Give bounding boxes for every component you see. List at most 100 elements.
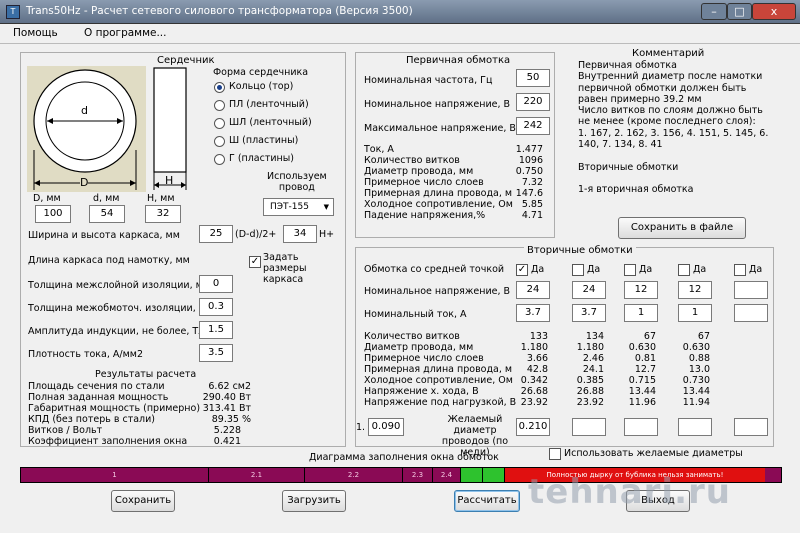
save-to-file-button[interactable]: Сохранить в файле — [618, 217, 746, 239]
inner-diameter-input[interactable]: 54 — [89, 205, 125, 223]
frame-size-label: Задать размеры каркаса — [263, 252, 307, 285]
window-title: Trans50Hz - Расчет сетевого силового тра… — [26, 5, 413, 17]
menu-about[interactable]: О программе... — [84, 27, 167, 39]
center-tap-checkbox[interactable] — [624, 264, 636, 276]
desired-diameter-input[interactable] — [572, 418, 606, 436]
frame-label: Ширина и высота каркаса, мм — [28, 230, 180, 241]
secondary-current-label: Номинальный ток, А — [364, 309, 467, 320]
dim-h-label: H, мм — [147, 193, 175, 204]
center-tap-checkbox[interactable] — [572, 264, 584, 276]
diagram-segment — [483, 468, 505, 482]
wire-select-value: ПЭТ-155 — [270, 202, 309, 212]
core-panel: Сердечник d D H D, мм d, мм H, мм 100 54… — [20, 52, 346, 447]
secondary-voltage-input[interactable]: 24 — [572, 281, 606, 299]
center-tap-checkbox[interactable]: ✓ — [516, 264, 528, 276]
frequency-input[interactable]: 50 — [516, 69, 550, 87]
chevron-down-icon: ▼ — [323, 203, 329, 211]
diagram-segment — [461, 468, 483, 482]
secondary-result-value: 26.88 — [576, 386, 604, 397]
shape-title: Форма сердечника — [213, 67, 309, 78]
result-value: 0.421 — [213, 436, 241, 447]
center-tap-checkbox[interactable] — [734, 264, 746, 276]
current-density-input[interactable]: 3.5 — [199, 344, 233, 362]
secondary-result-value: 23.92 — [520, 397, 548, 408]
center-tap-option: Да — [587, 264, 601, 275]
secondary-current-input[interactable]: 3.7 — [572, 304, 606, 322]
shape-radio-torus[interactable] — [214, 82, 225, 93]
result-value: 5.228 — [213, 425, 241, 436]
secondary-current-input[interactable]: 1 — [678, 304, 712, 322]
result-label: Коэффициент заполнения окна — [28, 436, 188, 447]
results-title: Результаты расчета — [95, 369, 197, 380]
center-tap-option: Да — [749, 264, 763, 275]
induction-input[interactable]: 1.5 — [199, 321, 233, 339]
secondary-result-value: 67 — [697, 331, 710, 342]
desired-index: 1. — [356, 422, 366, 433]
shape-radio-sh[interactable] — [214, 136, 225, 147]
frame-size-checkbox[interactable]: ✓ — [249, 256, 261, 268]
desired-diameter-input[interactable] — [624, 418, 658, 436]
desired-primary-input[interactable]: 0.090 — [368, 418, 404, 436]
diagram-title: Диаграмма заполнения окна обмоток — [309, 452, 499, 463]
center-tap-option: Да — [639, 264, 653, 275]
shape-label-shl: ШЛ (ленточный) — [229, 117, 312, 128]
winding-insulation-label: Толщина межобмоточ. изоляции, мм — [28, 303, 214, 314]
menu-help[interactable]: Помощь — [13, 27, 58, 39]
desired-diameter-input[interactable] — [734, 418, 768, 436]
frame-height-input[interactable]: 34 — [283, 225, 317, 243]
secondary-voltage-input[interactable] — [734, 281, 768, 299]
outer-diameter-label: D — [80, 176, 89, 189]
nominal-voltage-input[interactable]: 220 — [516, 93, 550, 111]
diagram-segment: 1 — [21, 468, 209, 482]
close-button[interactable]: x — [752, 3, 796, 20]
max-voltage-input[interactable]: 242 — [516, 117, 550, 135]
secondary-result-value: 24.1 — [582, 364, 604, 375]
secondary-panel: Вторичные обмотки Обмотка со средней точ… — [355, 245, 774, 458]
winding-insulation-input[interactable]: 0.3 — [199, 298, 233, 316]
primary-result-label: Диаметр провода, мм — [364, 166, 474, 177]
secondary-voltage-input[interactable]: 24 — [516, 281, 550, 299]
secondary-result-value: 0.342 — [520, 375, 548, 386]
secondary-result-value: 1.180 — [576, 342, 604, 353]
secondary-result-value: 0.81 — [634, 353, 656, 364]
dim-d-label: D, мм — [33, 193, 61, 204]
secondary-current-input[interactable]: 3.7 — [516, 304, 550, 322]
primary-result-label: Примерная длина провода, м — [364, 188, 513, 199]
minimize-button[interactable]: – — [701, 3, 727, 20]
desired-diameter-input[interactable] — [678, 418, 712, 436]
frame-length-label: Длина каркаса под намотку, мм — [28, 255, 190, 266]
wire-select[interactable]: ПЭТ-155 ▼ — [263, 198, 334, 216]
secondary-result-value: 67 — [643, 331, 656, 342]
secondary-current-input[interactable]: 1 — [624, 304, 658, 322]
use-desired-checkbox[interactable] — [549, 448, 561, 460]
secondary-result-value: 23.92 — [576, 397, 604, 408]
result-label: Полная заданная мощность — [28, 392, 169, 403]
shape-radio-shl[interactable] — [214, 118, 225, 129]
comment-text: Первичная обмотка Внутренний диаметр пос… — [578, 60, 769, 196]
secondary-result-label: Холодное сопротивление, Ом — [364, 375, 513, 386]
save-button[interactable]: Сохранить — [111, 490, 175, 512]
secondary-result-value: 0.715 — [628, 375, 656, 386]
load-button[interactable]: Загрузить — [282, 490, 346, 512]
secondary-voltage-input[interactable]: 12 — [624, 281, 658, 299]
secondary-current-input[interactable] — [734, 304, 768, 322]
secondary-result-label: Напряжение х. хода, В — [364, 386, 479, 397]
primary-panel: Первичная обмотка Номинальная частота, Г… — [355, 52, 555, 238]
calculate-button[interactable]: Рассчитать — [454, 490, 520, 512]
secondary-voltage-input[interactable]: 12 — [678, 281, 712, 299]
shape-radio-pl[interactable] — [214, 100, 225, 111]
secondary-result-value: 13.44 — [682, 386, 710, 397]
app-icon: T — [6, 5, 20, 19]
desired-diameter-input[interactable]: 0.210 — [516, 418, 550, 436]
layer-insulation-input[interactable]: 0 — [199, 275, 233, 293]
primary-result-label: Холодное сопротивление, Ом — [364, 199, 513, 210]
primary-result-value: 1.477 — [515, 144, 543, 155]
center-tap-checkbox[interactable] — [678, 264, 690, 276]
secondary-result-value: 0.630 — [628, 342, 656, 353]
height-input[interactable]: 32 — [145, 205, 181, 223]
shape-radio-g[interactable] — [214, 154, 225, 165]
maximize-button[interactable]: □ — [727, 3, 752, 20]
outer-diameter-input[interactable]: 100 — [35, 205, 71, 223]
frame-suffix: H+ — [319, 229, 335, 240]
frame-width-input[interactable]: 25 — [199, 225, 233, 243]
